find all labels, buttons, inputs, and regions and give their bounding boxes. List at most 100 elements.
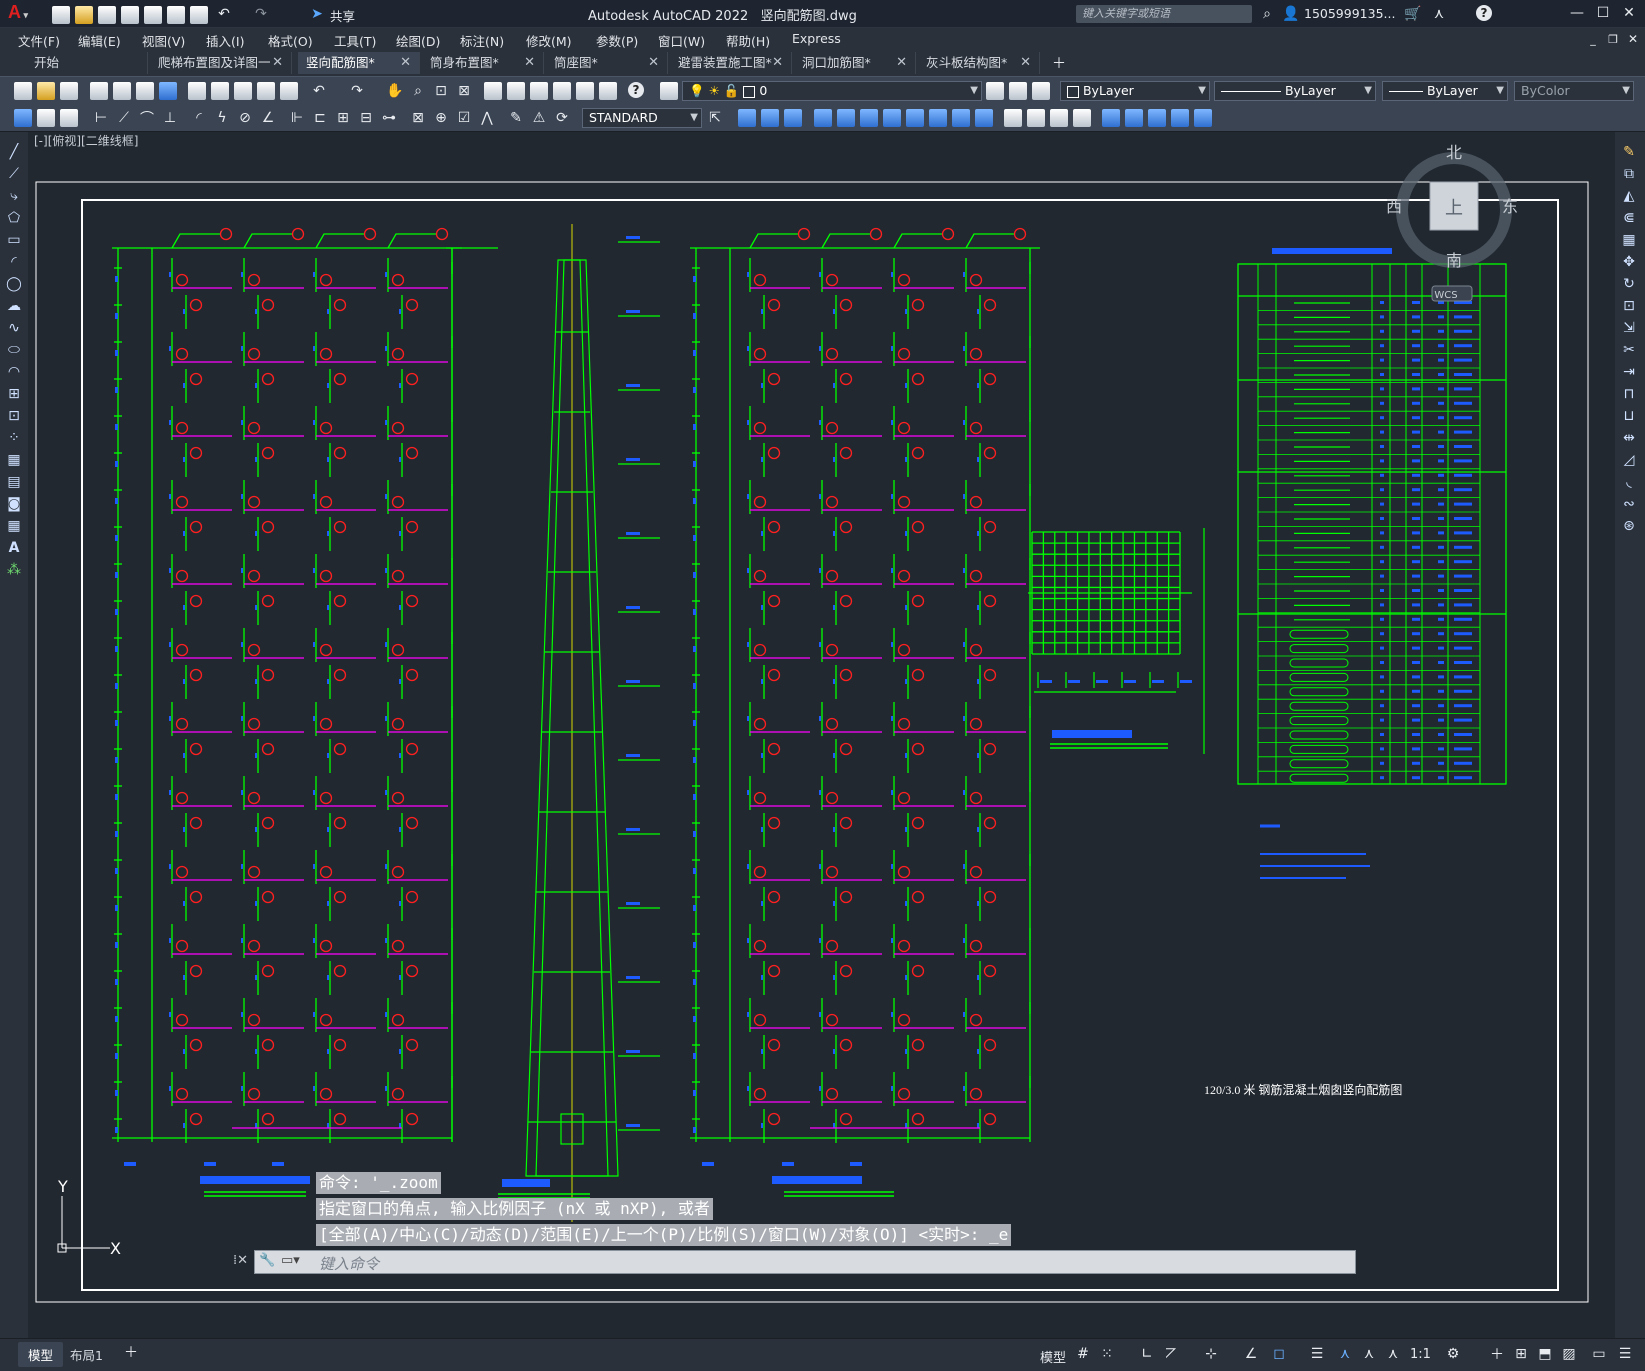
save-icon[interactable]: [60, 82, 78, 100]
quick-dim-icon[interactable]: ⊩: [288, 109, 306, 127]
new-file-icon[interactable]: [52, 6, 70, 24]
continue-dim-icon[interactable]: ⊞: [334, 109, 352, 127]
linetype-dropdown[interactable]: ByLayer ▼: [1214, 81, 1376, 101]
plot-preview-icon[interactable]: [113, 82, 131, 100]
otrack-icon[interactable]: ∠: [1242, 1345, 1260, 1363]
point-icon[interactable]: ⁘: [6, 430, 22, 446]
autodesk-app-icon[interactable]: ⋏: [1430, 5, 1448, 23]
trim-icon[interactable]: ✂: [1621, 342, 1637, 358]
viewcube-wcs[interactable]: WCS: [1434, 290, 1457, 301]
ucs-object-icon[interactable]: [1148, 109, 1166, 127]
model-space-button[interactable]: 模型: [1040, 1347, 1066, 1366]
plotstyle-dropdown[interactable]: ByColor ▼: [1514, 81, 1634, 101]
dim-space-icon[interactable]: ⊟: [357, 109, 375, 127]
ucs-world-icon[interactable]: [1125, 109, 1143, 127]
viewcube-east[interactable]: 东: [1502, 197, 1518, 216]
3d-slice-icon[interactable]: [929, 109, 947, 127]
layer-icon[interactable]: [37, 109, 55, 127]
design-center-icon[interactable]: [507, 82, 525, 100]
doc-restore-icon[interactable]: ❐: [1604, 30, 1622, 48]
jogged-dim-icon[interactable]: ϟ: [213, 109, 231, 127]
user-name[interactable]: 1505999135...: [1304, 6, 1395, 21]
annotation-visibility-icon[interactable]: ⋏: [1336, 1345, 1354, 1363]
spline-icon[interactable]: ∿: [6, 320, 22, 336]
menu-format[interactable]: 格式(O): [268, 31, 313, 50]
menu-parametric[interactable]: 参数(P): [596, 31, 638, 50]
dim-break-icon[interactable]: ⊶: [380, 109, 398, 127]
layer-walk-icon[interactable]: [60, 109, 78, 127]
share-icon[interactable]: ➤: [308, 5, 326, 23]
scale-icon[interactable]: ⊡: [1621, 298, 1637, 314]
layer-dropdown[interactable]: 💡 ☀ 🔓 0 ▼: [682, 81, 982, 101]
blend-curves-icon[interactable]: ∾: [1621, 496, 1637, 512]
menu-draw[interactable]: 绘图(D): [396, 31, 440, 50]
annotation-scale-icon[interactable]: ⋏: [1384, 1345, 1402, 1363]
menu-edit[interactable]: 编辑(E): [78, 31, 121, 50]
lineweight-icon[interactable]: ☰: [1308, 1345, 1326, 1363]
tab-close-icon[interactable]: ✕: [1020, 52, 1031, 74]
3d-section-icon[interactable]: [952, 109, 970, 127]
workspace-icon[interactable]: [14, 109, 32, 127]
fillet-icon[interactable]: ◟: [1621, 474, 1637, 490]
3d-mirror-icon[interactable]: [883, 109, 901, 127]
dim-text-edit-icon[interactable]: ⚠: [530, 109, 548, 127]
inspection-icon[interactable]: ☑: [455, 109, 473, 127]
tab-close-icon[interactable]: ✕: [772, 52, 783, 74]
tab-file[interactable]: 灰斗板结构图* ✕: [918, 52, 1040, 74]
zoom-previous-icon[interactable]: ⊠: [455, 82, 473, 100]
annotation-scale-value[interactable]: 1:1: [1410, 1347, 1431, 1362]
paste-icon[interactable]: [234, 82, 252, 100]
isolate-objects-icon[interactable]: ⊞: [1512, 1345, 1530, 1363]
tab-file[interactable]: 爬梯布置图及详图一 ✕: [150, 52, 292, 74]
tab-close-icon[interactable]: ✕: [648, 52, 659, 74]
copy-object-icon[interactable]: ⧉: [1621, 166, 1637, 182]
viewcube-south[interactable]: 南: [1446, 251, 1462, 270]
tab-file-active[interactable]: 竖向配筋图* ✕: [298, 52, 420, 74]
properties-icon[interactable]: [484, 82, 502, 100]
revcloud-icon[interactable]: ☁: [6, 298, 22, 314]
arc-length-icon[interactable]: ⌒: [138, 109, 156, 127]
workspace-switch-icon[interactable]: ⚙: [1444, 1345, 1462, 1363]
layout-tab-model[interactable]: 模型: [18, 1342, 64, 1367]
radius-dim-icon[interactable]: ◜: [190, 109, 208, 127]
baseline-dim-icon[interactable]: ⊏: [311, 109, 329, 127]
visual-style-icon[interactable]: [1073, 109, 1091, 127]
hatch-icon[interactable]: ▦: [6, 452, 22, 468]
rotate-icon[interactable]: ↻: [1621, 276, 1637, 292]
ellipse-arc-icon[interactable]: ◠: [6, 364, 22, 380]
offset-icon[interactable]: ⋐: [1621, 210, 1637, 226]
angular-dim-icon[interactable]: ∠: [259, 109, 277, 127]
viewcube-top[interactable]: 上: [1445, 198, 1463, 219]
user-icon[interactable]: 👤: [1282, 5, 1300, 23]
center-mark-icon[interactable]: ⊕: [432, 109, 450, 127]
block-editor-icon[interactable]: [280, 82, 298, 100]
menu-file[interactable]: 文件(F): [18, 31, 60, 50]
gradient-icon[interactable]: ▤: [6, 474, 22, 490]
color-dropdown[interactable]: ByLayer ▼: [1060, 81, 1210, 101]
doc-close-icon[interactable]: ✕: [1624, 30, 1642, 48]
jogged-linear-icon[interactable]: ⋀: [478, 109, 496, 127]
tab-file[interactable]: 筒座图* ✕: [546, 52, 668, 74]
close-icon[interactable]: ✕: [1620, 4, 1638, 22]
save-icon[interactable]: [98, 6, 116, 24]
redo-icon[interactable]: ↷: [348, 82, 366, 100]
3d-align-icon[interactable]: [860, 109, 878, 127]
materials-icon[interactable]: [1027, 109, 1045, 127]
minimize-icon[interactable]: —: [1568, 4, 1586, 22]
cut-icon[interactable]: [188, 82, 206, 100]
menu-help[interactable]: 帮助(H): [726, 31, 770, 50]
3d-box-icon[interactable]: [738, 109, 756, 127]
chamfer-icon[interactable]: ◿: [1621, 452, 1637, 468]
full-screen-icon[interactable]: ▭: [1590, 1345, 1608, 1363]
zoom-realtime-icon[interactable]: ⌕: [409, 82, 427, 100]
redo-icon[interactable]: ↷: [252, 5, 270, 23]
open-file-icon[interactable]: [75, 6, 93, 24]
polygon-icon[interactable]: ⬠: [6, 210, 22, 226]
lights-icon[interactable]: [1050, 109, 1068, 127]
ucs-icon[interactable]: [1102, 109, 1120, 127]
layer-state-icon[interactable]: [1032, 82, 1050, 100]
3d-array-icon[interactable]: [906, 109, 924, 127]
customization-icon[interactable]: ☰: [1616, 1345, 1634, 1363]
drawing-viewport[interactable]: [-][俯视][二维线框] 120/3.0 米 钢筋混凝土烟囱竖向配筋图 上 北…: [28, 132, 1614, 1338]
ucs-view-icon[interactable]: [1194, 109, 1212, 127]
